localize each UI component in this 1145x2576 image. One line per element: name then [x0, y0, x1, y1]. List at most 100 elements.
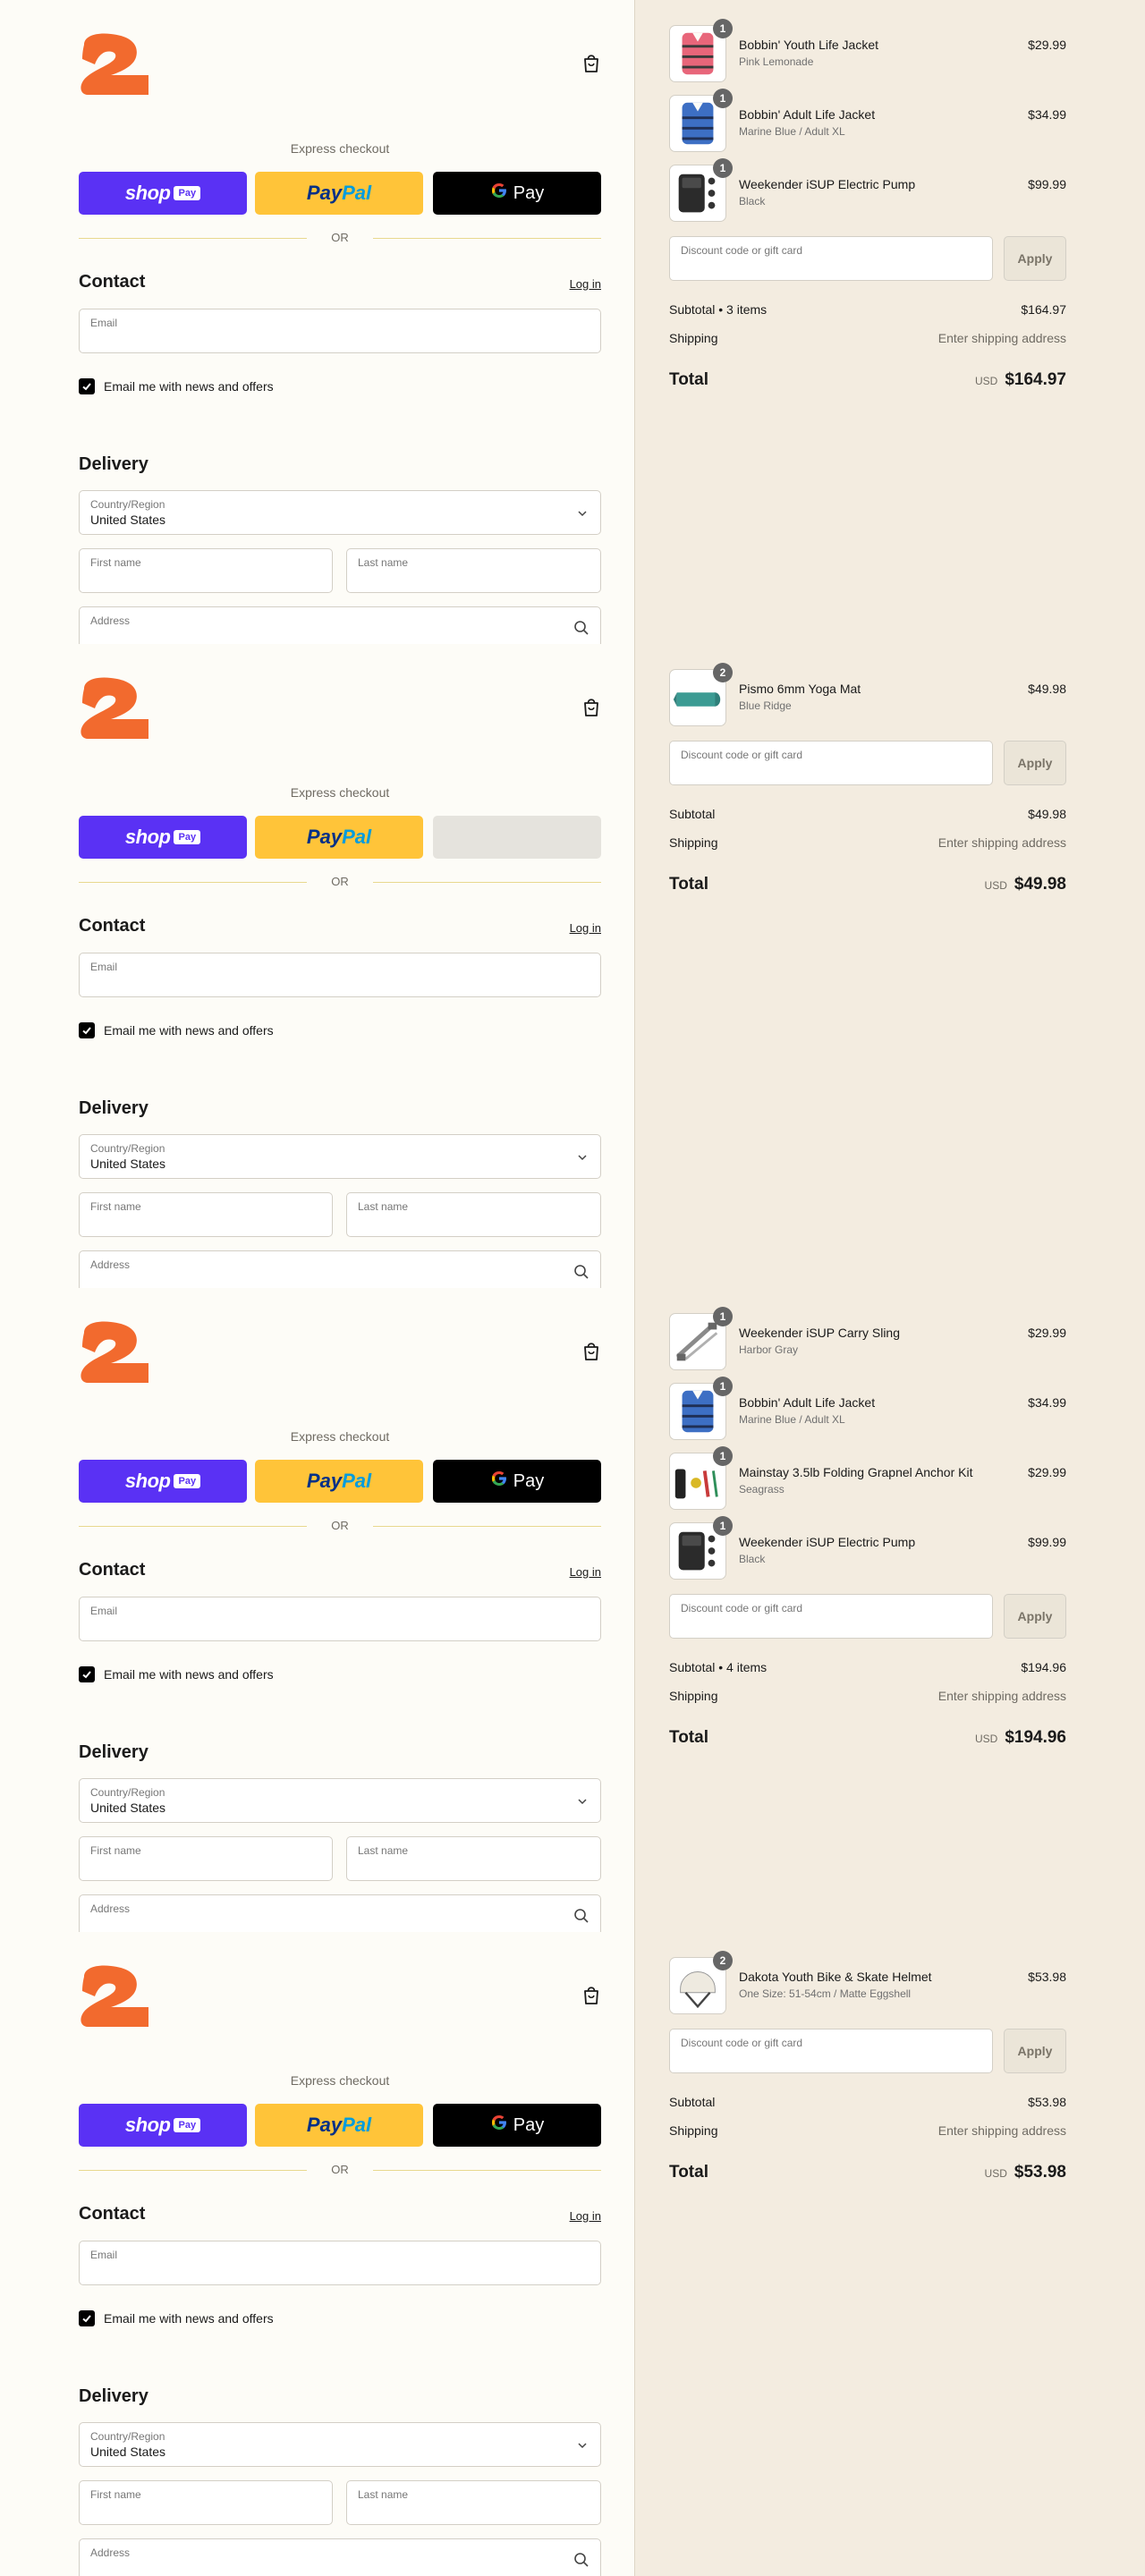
total-label: Total	[669, 1728, 708, 1747]
address-field[interactable]: Address	[79, 606, 601, 644]
discount-code-input[interactable]: Discount code or gift card	[669, 741, 993, 785]
last-name-field[interactable]: Last name	[346, 2480, 601, 2525]
newsletter-checkbox[interactable]	[79, 378, 95, 394]
checkout-page: Express checkout shop Pay PayPal Pay OR Contac…	[0, 0, 1145, 2576]
apply-button[interactable]: Apply	[1004, 236, 1066, 281]
subtotal-label: Subtotal	[669, 2095, 716, 2109]
chevron-down-icon	[577, 507, 588, 518]
email-field[interactable]: Email	[79, 1597, 601, 1641]
newsletter-label: Email me with news and offers	[104, 1667, 274, 1682]
log-in-link[interactable]: Log in	[570, 2209, 601, 2223]
paypal-button[interactable]: PayPal	[255, 2104, 423, 2147]
country-value: United States	[90, 1157, 166, 1171]
last-name-field[interactable]: Last name	[346, 548, 601, 593]
log-in-link[interactable]: Log in	[570, 921, 601, 935]
or-label: OR	[331, 875, 349, 888]
last-name-label: Last name	[358, 2488, 409, 2501]
product-variant: Blue Ridge	[739, 699, 792, 712]
google-pay-button[interactable]: Pay	[433, 2104, 601, 2147]
newsletter-checkbox-row[interactable]: Email me with news and offers	[79, 1022, 274, 1038]
delivery-title: Delivery	[79, 1742, 148, 1762]
shop-pay-badge: Pay	[174, 1474, 201, 1488]
product-thumbnail: 1	[669, 1377, 733, 1440]
shopping-bag-icon[interactable]	[581, 1984, 601, 2005]
newsletter-checkbox-row[interactable]: Email me with news and offers	[79, 2310, 274, 2326]
google-pay-button[interactable]	[433, 816, 601, 859]
country-select[interactable]: Country/Region United States	[79, 2422, 601, 2467]
country-select[interactable]: Country/Region United States	[79, 490, 601, 535]
shop-pay-button[interactable]: shop Pay	[79, 2104, 247, 2147]
address-label: Address	[90, 614, 131, 627]
paypal-wordmark: PayPal	[307, 826, 371, 849]
product-thumbnail: 1	[669, 158, 733, 222]
paypal-wordmark-pay: Pay	[306, 2114, 343, 2136]
log-in-link[interactable]: Log in	[570, 277, 601, 291]
total-value: USD $164.97	[975, 370, 1066, 390]
search-icon	[573, 620, 589, 636]
first-name-field[interactable]: First name	[79, 1192, 333, 1237]
product-thumbnail: 1	[669, 89, 733, 152]
shop-pay-button[interactable]: shop Pay	[79, 172, 247, 215]
product-thumbnail: 2	[669, 663, 733, 726]
email-field[interactable]: Email	[79, 2241, 601, 2285]
country-value: United States	[90, 513, 166, 527]
express-pay-buttons: shop Pay PayPal	[79, 816, 601, 859]
shipping-label: Shipping	[669, 835, 718, 850]
newsletter-checkbox[interactable]	[79, 2310, 95, 2326]
product-thumbnail: 1	[669, 1307, 733, 1370]
email-field-label: Email	[90, 961, 118, 973]
checkout-panel: Express checkout shop Pay PayPal Pay OR Contac…	[0, 0, 1145, 644]
shipping-label: Shipping	[669, 331, 718, 345]
newsletter-checkbox[interactable]	[79, 1666, 95, 1682]
shop-pay-button[interactable]: shop Pay	[79, 1460, 247, 1503]
address-field[interactable]: Address	[79, 2538, 601, 2576]
discount-placeholder: Discount code or gift card	[681, 1602, 803, 1614]
express-pay-buttons: shop Pay PayPal Pay	[79, 172, 601, 215]
line-item: 2 Dakota Youth Bike & Skate Helmet One Siz…	[669, 1951, 1066, 2014]
brand-logo[interactable]	[79, 676, 152, 741]
paypal-button[interactable]: PayPal	[255, 172, 423, 215]
first-name-field[interactable]: First name	[79, 1836, 333, 1881]
address-field[interactable]: Address	[79, 1894, 601, 1932]
product-name: Bobbin' Adult Life Jacket	[739, 1395, 876, 1410]
total-amount: $53.98	[1014, 2163, 1066, 2182]
shopping-bag-icon[interactable]	[581, 696, 601, 717]
country-select[interactable]: Country/Region United States	[79, 1134, 601, 1179]
last-name-field[interactable]: Last name	[346, 1836, 601, 1881]
log-in-link[interactable]: Log in	[570, 1565, 601, 1579]
discount-code-input[interactable]: Discount code or gift card	[669, 1594, 993, 1639]
newsletter-checkbox-row[interactable]: Email me with news and offers	[79, 1666, 274, 1682]
contact-title: Contact	[79, 916, 146, 936]
brand-logo[interactable]	[79, 1320, 152, 1385]
express-checkout-label: Express checkout	[290, 1429, 390, 1444]
paypal-button[interactable]: PayPal	[255, 1460, 423, 1503]
order-summary: 2 Pismo 6mm Yoga Mat Blue Ridge $49.98 Disco…	[669, 644, 1066, 1288]
newsletter-label: Email me with news and offers	[104, 1023, 274, 1038]
first-name-field[interactable]: First name	[79, 2480, 333, 2525]
apply-button[interactable]: Apply	[1004, 2029, 1066, 2073]
email-field[interactable]: Email	[79, 309, 601, 353]
last-name-field[interactable]: Last name	[346, 1192, 601, 1237]
newsletter-checkbox-row[interactable]: Email me with news and offers	[79, 378, 274, 394]
paypal-wordmark-pal: Pal	[342, 2114, 372, 2136]
country-select[interactable]: Country/Region United States	[79, 1778, 601, 1823]
brand-logo[interactable]	[79, 1964, 152, 2029]
paypal-button[interactable]: PayPal	[255, 816, 423, 859]
apply-button[interactable]: Apply	[1004, 1594, 1066, 1639]
product-price: $29.99	[1028, 1465, 1066, 1479]
email-field-label: Email	[90, 317, 118, 329]
shopping-bag-icon[interactable]	[581, 1340, 601, 1361]
newsletter-checkbox[interactable]	[79, 1022, 95, 1038]
google-g-icon	[490, 182, 508, 205]
discount-code-input[interactable]: Discount code or gift card	[669, 2029, 993, 2073]
email-field[interactable]: Email	[79, 953, 601, 997]
shopping-bag-icon[interactable]	[581, 52, 601, 73]
apply-button[interactable]: Apply	[1004, 741, 1066, 785]
first-name-field[interactable]: First name	[79, 548, 333, 593]
discount-code-input[interactable]: Discount code or gift card	[669, 236, 993, 281]
google-pay-button[interactable]: Pay	[433, 1460, 601, 1503]
brand-logo[interactable]	[79, 32, 152, 97]
address-field[interactable]: Address	[79, 1250, 601, 1288]
google-pay-button[interactable]: Pay	[433, 172, 601, 215]
shop-pay-button[interactable]: shop Pay	[79, 816, 247, 859]
